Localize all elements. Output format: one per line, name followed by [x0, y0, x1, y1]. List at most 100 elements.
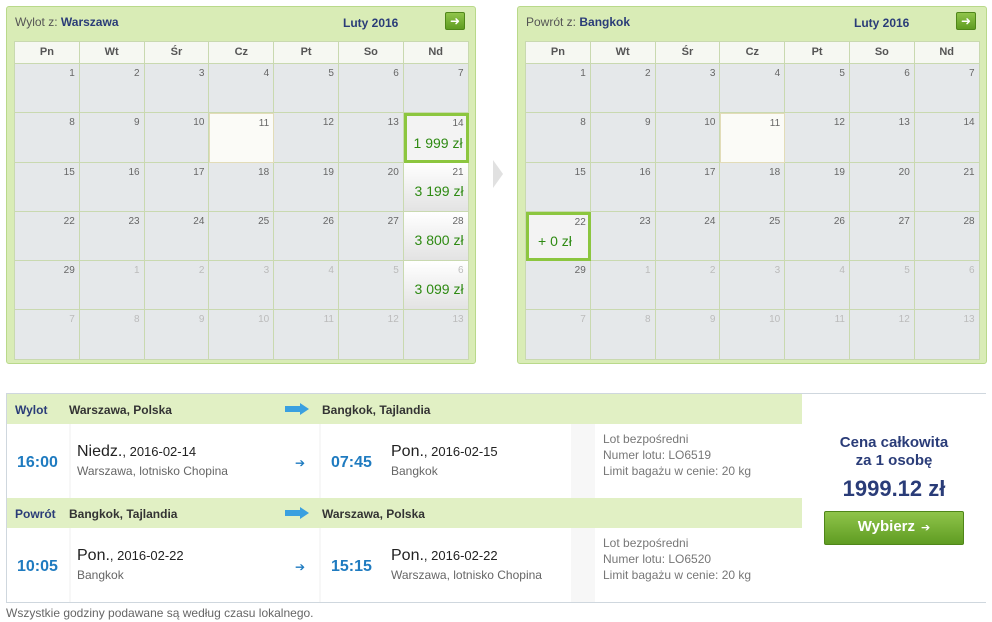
calendar-day[interactable]: 18	[209, 162, 275, 212]
calendar-day[interactable]: 2	[144, 261, 210, 311]
calendar-day[interactable]: 3	[655, 64, 721, 114]
calendar-day[interactable]: 25	[209, 211, 275, 262]
day-number: 19	[322, 166, 334, 178]
calendar-day[interactable]: 12	[849, 310, 915, 360]
local-time-footnote: Wszystkie godziny podawane są według cza…	[6, 606, 314, 620]
calendar-day[interactable]: 10	[209, 310, 275, 360]
calendar-day[interactable]: 7	[526, 310, 591, 360]
departure-next-month-button[interactable]: ➜	[445, 12, 465, 30]
calendar-day[interactable]: 1	[590, 261, 656, 311]
calendar-day[interactable]: 1	[526, 64, 591, 114]
calendar-day[interactable]: 20	[338, 162, 404, 212]
calendar-day[interactable]: 10	[720, 310, 786, 360]
calendar-day[interactable]: 20	[849, 162, 915, 212]
day-number: 14	[963, 117, 975, 129]
calendar-day[interactable]: 9	[79, 113, 145, 163]
choose-button[interactable]: Wybierz ➔	[824, 511, 964, 545]
calendar-day-with-price[interactable]: 6 3 099 zł	[403, 261, 469, 311]
calendar-day[interactable]: 3	[209, 261, 275, 311]
calendar-day[interactable]: 27	[338, 211, 404, 262]
day-number: 3	[709, 68, 716, 79]
calendar-day[interactable]: 7	[15, 310, 80, 360]
calendar-day[interactable]: 1	[15, 64, 80, 114]
calendar-day[interactable]: 9	[655, 310, 721, 360]
calendar-day[interactable]: 11	[274, 310, 339, 360]
calendar-day[interactable]: 15	[526, 162, 591, 212]
calendar-day[interactable]: 15	[15, 162, 80, 212]
calendar-day[interactable]: 28	[914, 211, 980, 262]
calendar-day[interactable]: 24	[144, 211, 210, 262]
total-price-label-line1: Cena całkowita	[839, 434, 949, 451]
calendar-day[interactable]: 16	[79, 162, 145, 212]
calendar-day[interactable]: 23	[79, 211, 145, 262]
calendar-day[interactable]: 1	[79, 261, 145, 311]
calendar-day[interactable]: 4	[274, 261, 339, 311]
calendar-day[interactable]: 4	[785, 261, 850, 311]
calendar-day[interactable]: 13	[338, 113, 404, 163]
inbound-arrival-date-value: , 2016-02-22	[423, 548, 498, 563]
selected-calendar-day[interactable]: 14 1 999 zł	[403, 113, 469, 163]
calendar-day[interactable]: 11	[209, 113, 275, 163]
calendar-day[interactable]: 6	[849, 64, 915, 114]
calendar-day[interactable]: 6	[914, 261, 980, 311]
calendar-day[interactable]: 11	[720, 113, 786, 163]
calendar-day-with-price[interactable]: 28 3 800 zł	[403, 211, 469, 262]
calendar-day[interactable]: 18	[720, 162, 786, 212]
calendar-day[interactable]: 5	[849, 261, 915, 311]
calendar-day[interactable]: 22	[15, 211, 80, 262]
calendar-day[interactable]: 23	[590, 211, 656, 262]
calendar-day[interactable]: 19	[274, 162, 339, 212]
calendar-day[interactable]: 5	[274, 64, 339, 114]
arrow-right-icon: ➔	[295, 560, 306, 574]
calendar-day[interactable]: 8	[526, 113, 591, 163]
calendar-day[interactable]: 8	[79, 310, 145, 360]
calendar-day[interactable]: 11	[785, 310, 850, 360]
calendar-day[interactable]: 4	[720, 64, 786, 114]
calendar-day[interactable]: 4	[209, 64, 275, 114]
calendar-day[interactable]: 2	[655, 261, 721, 311]
calendar-day[interactable]: 9	[590, 113, 656, 163]
calendar-day[interactable]: 2	[590, 64, 656, 114]
calendar-day[interactable]: 10	[655, 113, 721, 163]
calendar-day[interactable]: 10	[144, 113, 210, 163]
calendar-day[interactable]: 2	[79, 64, 145, 114]
calendar-day[interactable]: 12	[274, 113, 339, 163]
calendar-day[interactable]: 12	[338, 310, 404, 360]
calendar-day[interactable]: 13	[849, 113, 915, 163]
calendar-day[interactable]: 13	[403, 310, 469, 360]
calendar-day-with-price[interactable]: 21 3 199 zł	[403, 162, 469, 212]
calendar-day[interactable]: 9	[144, 310, 210, 360]
calendar-day[interactable]: 3	[144, 64, 210, 114]
calendar-day[interactable]: 3	[720, 261, 786, 311]
day-number: 6	[904, 68, 910, 79]
calendar-day[interactable]: 29	[526, 261, 591, 311]
calendar-day[interactable]: 25	[720, 211, 786, 262]
calendar-day[interactable]: 21	[914, 162, 980, 212]
calendar-day[interactable]: 7	[914, 64, 980, 114]
return-next-month-button[interactable]: ➜	[956, 12, 976, 30]
calendar-day[interactable]: 17	[655, 162, 721, 212]
departure-calendar: Wylot z: Warszawa Luty 2016 ➜ Pn Wt Śr Cz Pt…	[6, 6, 476, 364]
calendar-day[interactable]: 8	[590, 310, 656, 360]
calendar-day[interactable]: 26	[274, 211, 339, 262]
calendar-day[interactable]: 17	[144, 162, 210, 212]
calendar-day[interactable]: 19	[785, 162, 850, 212]
calendar-day[interactable]: 16	[590, 162, 656, 212]
weekday-header: Cz	[209, 42, 275, 64]
calendar-day[interactable]: 14	[914, 113, 980, 163]
selected-calendar-day[interactable]: 22 + 0 zł	[526, 211, 591, 262]
calendar-day[interactable]: 26	[785, 211, 850, 262]
calendar-day[interactable]: 8	[15, 113, 80, 163]
calendar-day[interactable]: 27	[849, 211, 915, 262]
calendar-day[interactable]: 24	[655, 211, 721, 262]
calendar-day[interactable]: 29	[15, 261, 80, 311]
outbound-departure-date: Niedz., 2016-02-14	[77, 443, 196, 461]
outbound-arrival-date: Pon., 2016-02-15	[391, 443, 498, 461]
calendar-day[interactable]: 5	[338, 261, 404, 311]
calendar-day[interactable]: 13	[914, 310, 980, 360]
calendar-day[interactable]: 5	[785, 64, 850, 114]
calendar-day[interactable]: 6	[338, 64, 404, 114]
calendar-day[interactable]: 12	[785, 113, 850, 163]
calendar-day[interactable]: 7	[403, 64, 469, 114]
outbound-baggage-limit: Limit bagażu w cenie: 20 kg	[603, 464, 752, 478]
